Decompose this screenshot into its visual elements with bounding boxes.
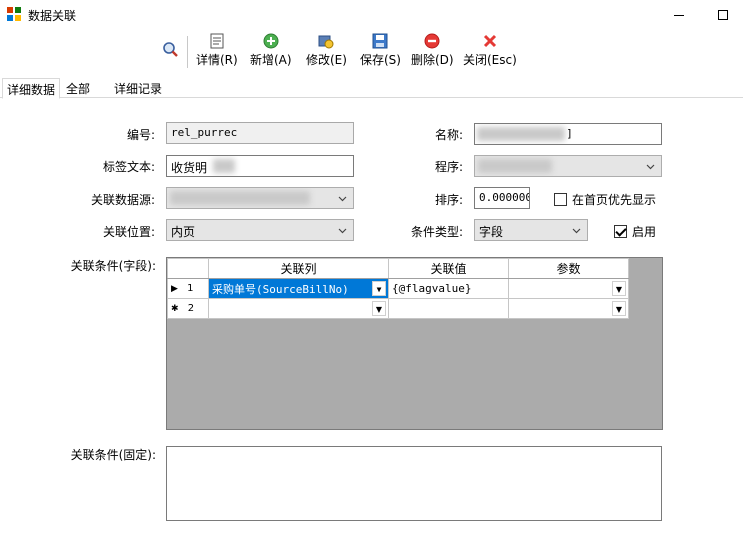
column-header-column[interactable]: 关联列 [208,258,389,279]
row-number: 2 [187,303,195,314]
cell-dropdown-icon[interactable]: ▼ [612,281,626,296]
grid-header-row: 关联列 关联值 参数 [167,258,629,279]
priority-checkbox[interactable]: 在首页优先显示 [554,191,656,208]
order-label: 排序: [434,193,463,207]
add-button[interactable]: 新增(A) [250,33,292,71]
delete-icon [424,33,440,49]
enabled-checkbox[interactable]: 启用 [614,223,656,240]
enabled-label: 启用 [632,225,657,239]
cell-param[interactable]: ▼ [508,298,629,319]
cell-param[interactable]: ▼ [508,278,629,299]
condtype-label: 条件类型: [410,225,463,239]
details-label: 详情(R) [196,53,238,67]
cond-field-label: 关联条件(字段): [70,259,156,273]
delete-button[interactable]: 删除(D) [411,33,454,71]
cell-dropdown-icon[interactable]: ▼ [372,301,386,316]
cond-fixed-label: 关联条件(固定): [70,448,156,462]
search-input[interactable] [4,38,158,60]
toolbar-separator [187,36,188,68]
name-value: ] [567,127,572,140]
title-bar: 数据关联 [0,0,743,30]
program-combo[interactable] [474,155,662,177]
source-combo[interactable] [166,187,354,209]
column-header-param[interactable]: 参数 [508,258,629,279]
edit-label: 修改(E) [306,53,347,67]
code-label: 编号: [126,128,155,142]
maximize-icon [718,10,728,20]
save-label: 保存(S) [360,53,401,67]
minimize-button[interactable] [656,0,702,30]
details-button[interactable]: 详情(R) [196,33,238,71]
cell-dropdown-icon[interactable]: ▼ [372,281,386,296]
window-title: 数据关联 [28,9,77,23]
condtype-combo[interactable]: 字段 [474,219,588,241]
priority-label: 在首页优先显示 [572,193,657,207]
app-icon [7,7,21,21]
table-row[interactable]: ✱ 2 ▼ ▼ [167,298,629,319]
cell-value[interactable]: {@flagvalue} [388,278,509,299]
edit-icon [318,35,334,49]
search-icon[interactable] [161,40,179,58]
position-label: 关联位置: [102,225,155,239]
grid-corner [167,258,209,279]
tab-detail-data[interactable]: 详细数据 [2,78,61,99]
save-icon [372,33,388,49]
chevron-down-icon [646,164,655,170]
table-row[interactable]: ▶ 1 采购单号(SourceBillNo) ▼ {@flagvalue} ▼ [167,278,629,299]
cell-column-value: 采购单号(SourceBillNo) [212,282,349,296]
redacted-program [478,159,552,173]
tab-detail-records[interactable]: 详细记录 [110,78,166,98]
cell-value[interactable] [388,298,509,319]
row-new-icon: ✱ [171,304,179,314]
redacted-name [477,127,565,141]
row-header[interactable]: ▶ 1 [167,278,209,299]
program-label: 程序: [434,160,463,174]
order-field[interactable]: 0.0000000 [474,187,530,209]
edit-button[interactable]: 修改(E) [306,33,347,71]
code-field[interactable]: rel_purrec [166,122,354,144]
row-header[interactable]: ✱ 2 [167,298,209,319]
save-button[interactable]: 保存(S) [360,33,401,71]
maximize-button[interactable] [700,0,743,30]
tag-field[interactable]: 收货明 [166,155,354,177]
redacted-source [170,191,310,205]
enabled-checkbox-box[interactable] [614,225,627,238]
chevron-down-icon [338,196,347,202]
priority-checkbox-box[interactable] [554,193,567,206]
tag-label: 标签文本: [102,160,155,174]
source-label: 关联数据源: [90,193,155,207]
close-button[interactable]: 关闭(Esc) [463,33,517,71]
chevron-down-icon [572,228,581,234]
add-label: 新增(A) [250,53,292,67]
position-value: 内页 [171,225,196,239]
condtype-value: 字段 [479,225,504,239]
redacted-tag [213,159,235,173]
condition-grid: 关联列 关联值 参数 ▶ 1 采购单号(SourceBillNo) ▼ {@fl… [166,257,663,430]
close-icon [483,34,496,48]
cell-dropdown-icon[interactable]: ▼ [612,301,626,316]
column-header-value[interactable]: 关联值 [388,258,509,279]
row-number: 1 [187,283,194,294]
row-current-icon: ▶ [171,284,178,294]
add-icon [263,33,279,49]
minimize-icon [674,14,684,16]
tab-strip: 详细数据 全部 详细记录 [0,78,743,99]
tag-value: 收货明 [171,161,208,175]
name-label: 名称: [434,128,463,142]
delete-label: 删除(D) [411,53,454,67]
condition-table: 关联列 关联值 参数 ▶ 1 采购单号(SourceBillNo) ▼ {@fl… [167,258,629,319]
chevron-down-icon [338,228,347,234]
close-label: 关闭(Esc) [463,53,517,67]
cond-fixed-textarea[interactable] [166,446,662,521]
toolbar: 详情(R) 新增(A) 修改(E) 保存(S) 删除(D) 关闭(Esc) [0,30,743,74]
cell-column[interactable]: ▼ [208,298,389,319]
name-field[interactable]: ] [474,123,662,145]
details-icon [210,33,224,49]
position-combo[interactable]: 内页 [166,219,354,241]
cell-column[interactable]: 采购单号(SourceBillNo) ▼ [208,278,389,299]
tab-all[interactable]: 全部 [62,78,94,98]
